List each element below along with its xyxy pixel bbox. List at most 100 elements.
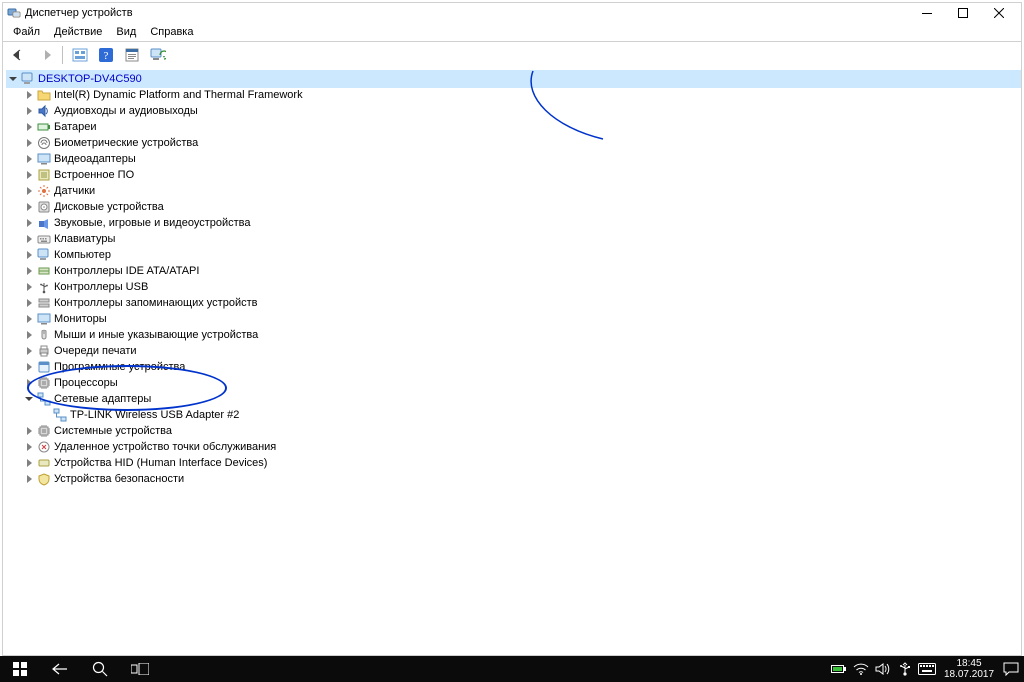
device-manager-window: Диспетчер устройств Файл Действие Вид Сп… [2,2,1022,656]
keyboard-icon [37,232,51,246]
tree-item-row[interactable]: Удаленное устройство точки обслуживания [23,439,1021,455]
battery-icon [37,120,51,134]
tray-keyboard-icon[interactable] [916,656,938,682]
tree-item-label: Программные устройства [53,359,186,375]
help-button[interactable]: ? [94,43,118,67]
menu-action[interactable]: Действие [48,23,108,41]
chevron-right-icon[interactable] [23,249,35,261]
action-center-button[interactable] [1000,656,1022,682]
tree-item-row[interactable]: Клавиатуры [23,231,1021,247]
tree-item-row[interactable]: Программные устройства [23,359,1021,375]
menu-file[interactable]: Файл [7,23,46,41]
chevron-right-icon[interactable] [23,169,35,181]
system-tray: 18:45 18.07.2017 [828,656,1024,682]
tree-item-row[interactable]: Звуковые, игровые и видеоустройства [23,215,1021,231]
tree-item-row[interactable]: Встроенное ПО [23,167,1021,183]
tree-item-row[interactable]: Системные устройства [23,423,1021,439]
chevron-down-icon[interactable] [23,393,35,405]
tray-battery-icon[interactable] [828,656,850,682]
show-hidden-button[interactable] [68,43,92,67]
tree-item-label: Дисковые устройства [53,199,165,215]
menu-help[interactable]: Справка [144,23,199,41]
tree-item-row[interactable]: Устройства безопасности [23,471,1021,487]
device-tree[interactable]: DESKTOP-DV4C590Intel(R) Dynamic Platform… [3,69,1021,487]
tray-usb-icon[interactable] [894,656,916,682]
tree-item-row[interactable]: Дисковые устройства [23,199,1021,215]
menu-view[interactable]: Вид [110,23,142,41]
tree-item-row[interactable]: Контроллеры IDE ATA/ATAPI [23,263,1021,279]
ide-icon [37,264,51,278]
scan-hardware-button[interactable] [146,43,170,67]
close-button[interactable] [981,3,1017,23]
chevron-right-icon[interactable] [23,233,35,245]
forward-button[interactable] [33,43,57,67]
chevron-right-icon[interactable] [23,313,35,325]
chevron-right-icon[interactable] [23,121,35,133]
tree-item-row[interactable]: Мониторы [23,311,1021,327]
minimize-button[interactable] [909,3,945,23]
cpu-icon [37,376,51,390]
software-icon [37,360,51,374]
chevron-right-icon[interactable] [23,281,35,293]
chevron-right-icon[interactable] [23,89,35,101]
tree-item-row[interactable]: Процессоры [23,375,1021,391]
tree-item-row[interactable]: Intel(R) Dynamic Platform and Thermal Fr… [23,87,1021,103]
chevron-right-icon[interactable] [23,105,35,117]
chevron-right-icon[interactable] [23,137,35,149]
taskbar-back-icon[interactable] [40,656,80,682]
svg-text:?: ? [104,50,109,62]
tree-item-row[interactable]: Батареи [23,119,1021,135]
search-button[interactable] [80,656,120,682]
task-view-button[interactable] [120,656,160,682]
hid-icon [37,456,51,470]
chevron-right-icon[interactable] [23,297,35,309]
chevron-right-icon[interactable] [23,185,35,197]
clock-time: 18:45 [940,659,998,670]
chevron-right-icon[interactable] [23,457,35,469]
tree-item-row[interactable]: Компьютер [23,247,1021,263]
taskbar-clock[interactable]: 18:45 18.07.2017 [938,658,1000,680]
tree-item-row[interactable]: Аудиовходы и аудиовыходы [23,103,1021,119]
tree-item-label: Контроллеры IDE ATA/ATAPI [53,263,200,279]
audio-icon [37,104,51,118]
tree-item-row[interactable]: Устройства HID (Human Interface Devices) [23,455,1021,471]
toolbar-separator [62,46,63,64]
chevron-down-icon[interactable] [7,73,19,85]
folder-icon [37,88,51,102]
tray-wifi-icon[interactable] [850,656,872,682]
tree-item-row[interactable]: Биометрические устройства [23,135,1021,151]
tree-item-label: Устройства безопасности [53,471,185,487]
chevron-right-icon[interactable] [23,377,35,389]
tray-volume-icon[interactable] [872,656,894,682]
start-button[interactable] [0,656,40,682]
tree-item-label: Сетевые адаптеры [53,391,152,407]
properties-button[interactable] [120,43,144,67]
back-button[interactable] [7,43,31,67]
chevron-right-icon[interactable] [23,265,35,277]
chevron-right-icon[interactable] [23,329,35,341]
tree-item-row[interactable]: TP-LINK Wireless USB Adapter #2 [39,407,1021,423]
chevron-right-icon[interactable] [23,441,35,453]
tree-item-label: Контроллеры USB [53,279,149,295]
chevron-right-icon[interactable] [23,153,35,165]
chevron-right-icon[interactable] [23,425,35,437]
tree-item-label: Компьютер [53,247,112,263]
chevron-right-icon[interactable] [23,217,35,229]
maximize-button[interactable] [945,3,981,23]
media-icon [37,216,51,230]
tree-root-row[interactable]: DESKTOP-DV4C590 [7,71,1021,87]
tree-item-row[interactable]: Мыши и иные указывающие устройства [23,327,1021,343]
print-icon [37,344,51,358]
chevron-right-icon[interactable] [23,473,35,485]
tree-item-label: Клавиатуры [53,231,116,247]
chevron-right-icon[interactable] [23,361,35,373]
app-icon [7,6,21,20]
tree-item-row[interactable]: Сетевые адаптеры [23,391,1021,407]
tree-item-row[interactable]: Видеоадаптеры [23,151,1021,167]
chevron-right-icon[interactable] [23,201,35,213]
tree-item-row[interactable]: Очереди печати [23,343,1021,359]
tree-item-row[interactable]: Датчики [23,183,1021,199]
tree-item-row[interactable]: Контроллеры USB [23,279,1021,295]
tree-item-row[interactable]: Контроллеры запоминающих устройств [23,295,1021,311]
chevron-right-icon[interactable] [23,345,35,357]
